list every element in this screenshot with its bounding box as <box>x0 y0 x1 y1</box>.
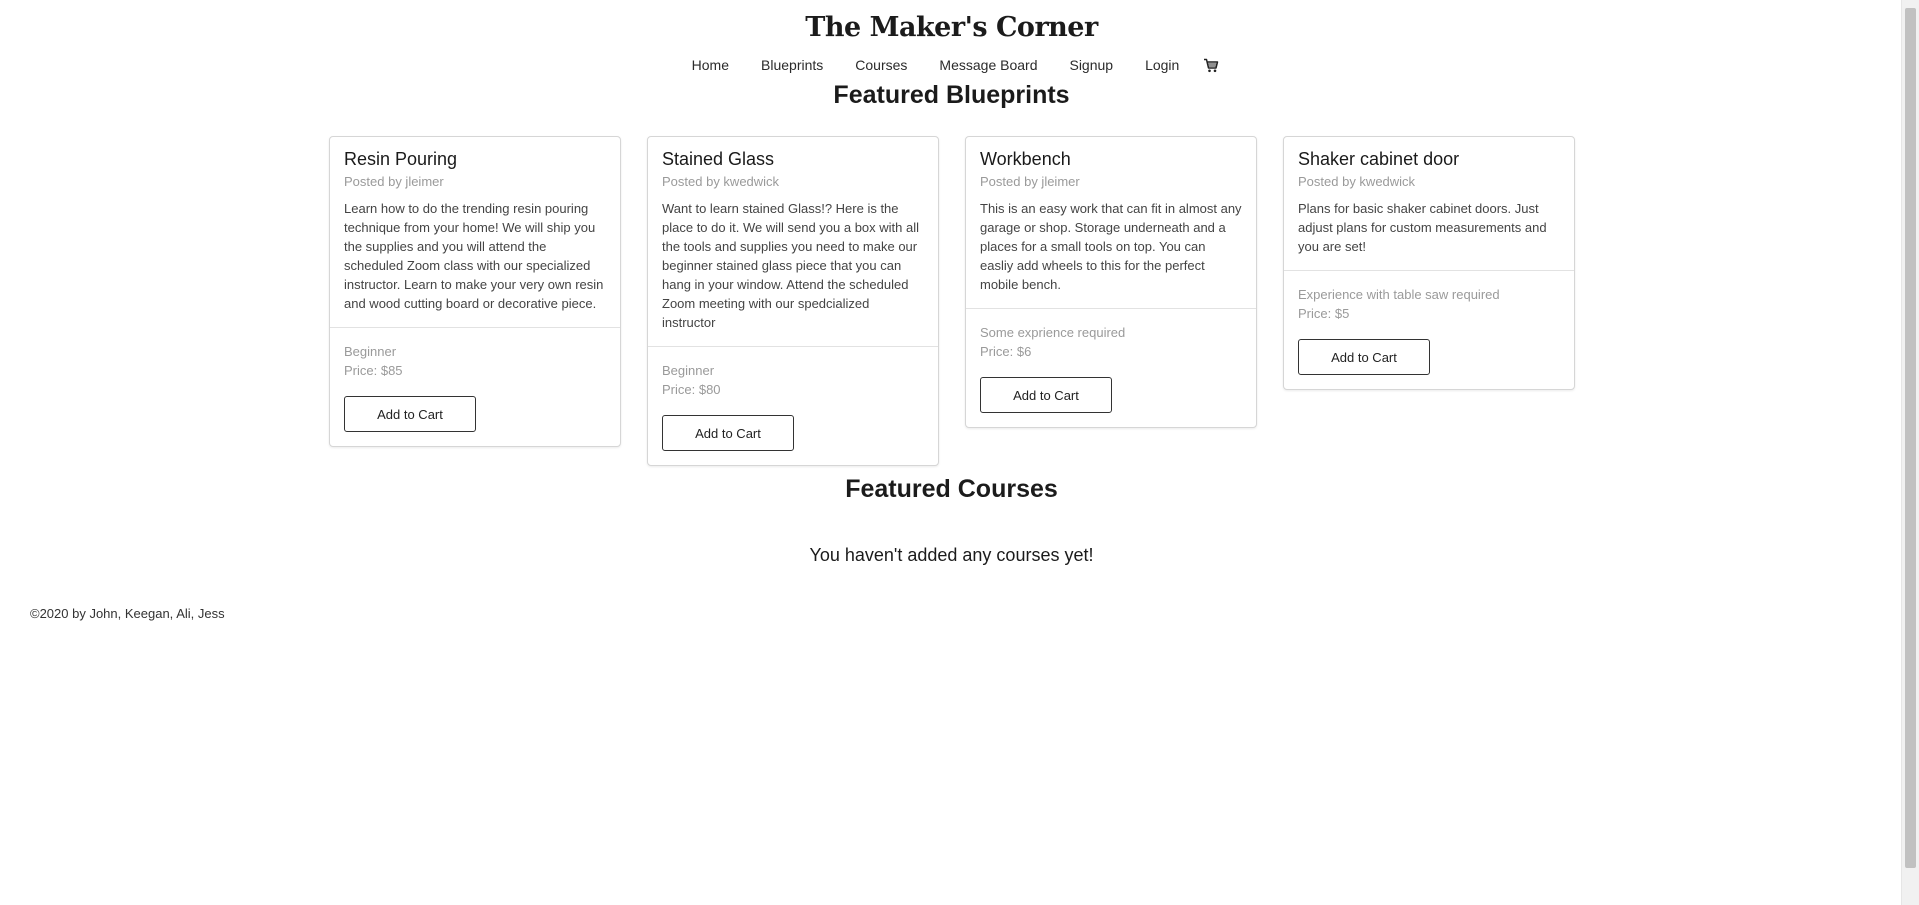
card-price: Price: $6 <box>980 344 1032 359</box>
card-price: Price: $80 <box>662 382 721 397</box>
card-author: Posted by jleimer <box>980 174 1080 189</box>
card-description: Want to learn stained Glass!? Here is th… <box>662 201 920 330</box>
page: The Maker's Corner Home Blueprints Cours… <box>0 0 1919 905</box>
nav-message-board-link[interactable]: Message Board <box>923 57 1053 73</box>
blueprint-card-list: Resin Pouring Posted by jleimer Learn ho… <box>329 136 1575 466</box>
card-title: Resin Pouring <box>344 149 458 169</box>
courses-empty-message: You haven't added any courses yet! <box>809 545 1094 565</box>
nav-signup-link[interactable]: Signup <box>1053 57 1129 73</box>
featured-courses-heading: Featured Courses <box>845 475 1058 503</box>
nav-home-link[interactable]: Home <box>676 57 745 73</box>
add-to-cart-button[interactable]: Add to Cart <box>662 415 794 451</box>
add-to-cart-button[interactable]: Add to Cart <box>344 396 476 432</box>
card-footer: Beginner Price: $85 Add to Cart <box>330 327 620 446</box>
card-footer: Some exprience required Price: $6 Add to… <box>966 308 1256 427</box>
card-description: This is an easy work that can fit in alm… <box>980 201 1242 292</box>
main-nav: Home Blueprints Courses Message Board Si… <box>0 57 1903 73</box>
card-footer: Experience with table saw required Price… <box>1284 270 1574 389</box>
blueprint-card: Resin Pouring Posted by jleimer Learn ho… <box>329 136 621 447</box>
card-level: Beginner <box>344 344 397 359</box>
card-body: Stained Glass Posted by kwedwick Want to… <box>648 137 938 346</box>
card-body: Workbench Posted by jleimer This is an e… <box>966 137 1256 308</box>
card-price: Price: $85 <box>344 363 403 378</box>
card-title: Workbench <box>980 149 1071 169</box>
card-level: Some exprience required <box>980 325 1126 340</box>
site-title: The Maker's Corner <box>805 12 1098 43</box>
blueprint-card: Workbench Posted by jleimer This is an e… <box>965 136 1257 428</box>
nav-login-link[interactable]: Login <box>1129 57 1195 73</box>
card-body: Resin Pouring Posted by jleimer Learn ho… <box>330 137 620 327</box>
add-to-cart-button[interactable]: Add to Cart <box>980 377 1112 413</box>
blueprint-card: Stained Glass Posted by kwedwick Want to… <box>647 136 939 466</box>
page-scrollbar[interactable] <box>1901 0 1919 905</box>
card-description: Learn how to do the trending resin pouri… <box>344 201 604 311</box>
nav-blueprints-link[interactable]: Blueprints <box>745 57 839 73</box>
card-author: Posted by kwedwick <box>1298 174 1416 189</box>
footer-copyright: ©2020 by John, Keegan, Ali, Jess <box>30 606 225 621</box>
card-title: Shaker cabinet door <box>1298 149 1460 169</box>
card-level: Beginner <box>662 363 715 378</box>
card-level: Experience with table saw required <box>1298 287 1500 302</box>
featured-blueprints-heading: Featured Blueprints <box>833 81 1070 109</box>
card-description: Plans for basic shaker cabinet doors. Ju… <box>1298 201 1547 254</box>
card-price: Price: $5 <box>1298 306 1350 321</box>
scrollbar-thumb[interactable] <box>1905 8 1916 868</box>
card-body: Shaker cabinet door Posted by kwedwick P… <box>1284 137 1574 270</box>
card-title: Stained Glass <box>662 149 775 169</box>
card-author: Posted by jleimer <box>344 174 444 189</box>
add-to-cart-button[interactable]: Add to Cart <box>1298 339 1430 375</box>
card-footer: Beginner Price: $80 Add to Cart <box>648 346 938 465</box>
card-author: Posted by kwedwick <box>662 174 780 189</box>
cart-icon[interactable] <box>1195 58 1227 73</box>
nav-courses-link[interactable]: Courses <box>839 57 923 73</box>
blueprint-card: Shaker cabinet door Posted by kwedwick P… <box>1283 136 1575 390</box>
